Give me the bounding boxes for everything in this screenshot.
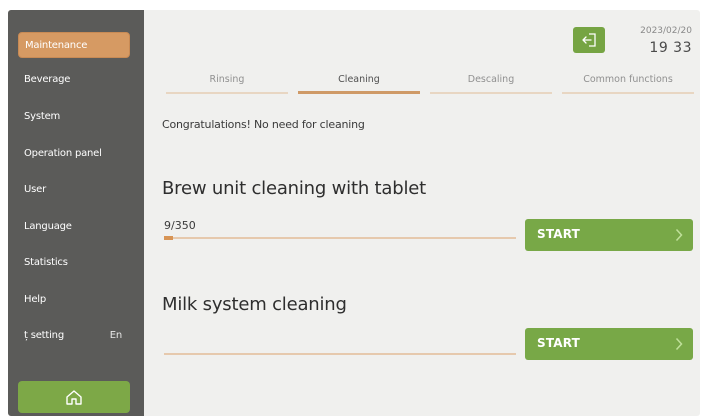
home-icon (66, 390, 82, 405)
start-label: START (537, 336, 581, 350)
milk-cleaning-start-button[interactable]: START (525, 328, 693, 360)
tab-label: Rinsing (209, 74, 245, 85)
sidebar-item-label: Language (24, 221, 72, 232)
sidebar-item-label: Operation panel (24, 148, 102, 159)
tab-label: Descaling (467, 74, 515, 85)
tab-rinsing[interactable]: Rinsing (162, 74, 292, 94)
sidebar-item-system[interactable]: System (18, 104, 130, 130)
brew-unit-cleaning-title: Brew unit cleaning with tablet (162, 178, 426, 199)
sidebar-item-label: Beverage (24, 74, 71, 85)
tab-descaling[interactable]: Descaling (426, 74, 556, 94)
sidebar-item-maintenance[interactable]: Maintenance (18, 32, 130, 58)
tab-common-functions[interactable]: Common functions (558, 74, 698, 94)
sidebar-item-user[interactable]: User (18, 177, 130, 203)
progress-fill (164, 236, 174, 240)
sidebar-item-label: Maintenance (25, 40, 88, 51)
brew-cycle-counter: 9/350 (164, 219, 196, 232)
sidebar-item-label: User (24, 184, 46, 195)
sidebar-item-setting[interactable]: ț setting En (18, 323, 130, 349)
sidebar-item-operation-panel[interactable]: Operation panel (18, 141, 130, 167)
chevron-right-icon (675, 228, 683, 242)
tab-underline (298, 91, 420, 94)
tab-label: Cleaning (338, 74, 380, 85)
date-display: 2023/02/20 (640, 26, 692, 36)
tab-cleaning[interactable]: Cleaning (294, 74, 424, 94)
brew-cleaning-start-button[interactable]: START (525, 219, 693, 251)
exit-icon (582, 33, 596, 47)
machine-screen: Maintenance Beverage System Operation pa… (8, 10, 700, 416)
sidebar: Maintenance Beverage System Operation pa… (8, 10, 144, 416)
milk-cleaning-progress (164, 353, 516, 355)
sidebar-item-beverage[interactable]: Beverage (18, 67, 130, 93)
sidebar-item-help[interactable]: Help (18, 287, 130, 313)
brew-cleaning-progress (164, 236, 516, 240)
sidebar-item-label: Statistics (24, 257, 68, 268)
main-panel: 2023/02/20 19 33 Rinsing Cleaning Descal… (144, 10, 700, 416)
milk-system-cleaning-title: Milk system cleaning (162, 294, 347, 315)
time-display: 19 33 (649, 40, 692, 56)
exit-button[interactable] (573, 27, 605, 53)
chevron-right-icon (675, 337, 683, 351)
tab-underline (430, 92, 552, 94)
language-value: En (109, 330, 122, 341)
tab-underline (562, 92, 694, 94)
home-button[interactable] (18, 381, 130, 413)
sidebar-item-language[interactable]: Language (18, 214, 130, 240)
start-label: START (537, 227, 581, 241)
sidebar-item-label: ț setting (24, 330, 64, 341)
sidebar-item-label: Help (24, 294, 46, 305)
tab-label: Common functions (583, 74, 673, 85)
sidebar-item-label: System (24, 111, 61, 122)
cleaning-status-message: Congratulations! No need for cleaning (162, 118, 365, 131)
tab-underline (166, 92, 288, 94)
sidebar-item-statistics[interactable]: Statistics (18, 250, 130, 276)
